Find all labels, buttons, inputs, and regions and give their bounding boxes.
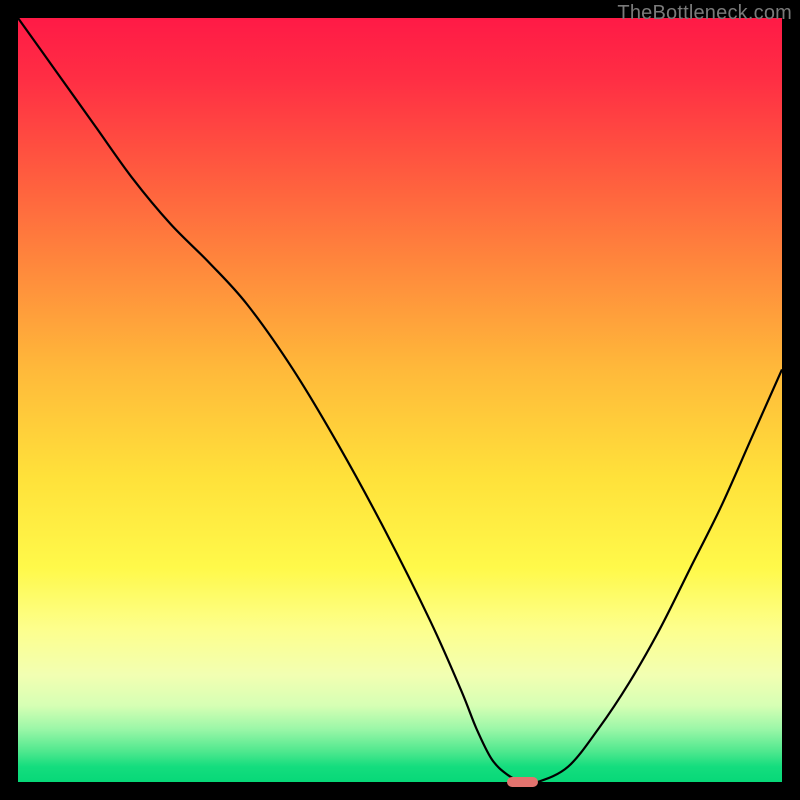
bottleneck-curve xyxy=(18,18,782,782)
optimal-marker xyxy=(507,777,538,786)
plot-area xyxy=(18,18,782,782)
watermark-text: TheBottleneck.com xyxy=(617,2,792,25)
chart-frame: TheBottleneck.com xyxy=(0,0,800,800)
